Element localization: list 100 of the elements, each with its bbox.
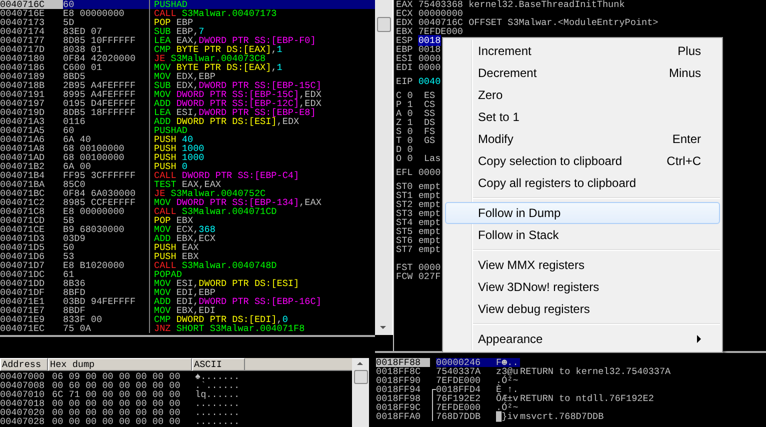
address-cell-text: 004071D5 [0,243,46,252]
hex-bytes: 0116 [63,117,86,126]
menu-item[interactable]: Decrement Minus [445,62,720,84]
register-value[interactable]: 0018 [418,44,441,55]
register-value[interactable]: empt [418,226,441,237]
scrollbar[interactable] [375,0,393,335]
address-cell-text: 004071EC [0,324,46,333]
address-cell-text: 00407174 [0,27,46,36]
stack-comment: msvcrt.768D7DDB [520,412,605,421]
register-name: ST0 [396,181,413,192]
hex-bytes: 5B [63,216,76,225]
register-value[interactable]: empt [418,208,441,219]
scroll-thumb[interactable] [377,17,391,32]
menu-item[interactable]: View 3DNow! registers [445,276,720,298]
register-name: FCW [396,271,413,282]
address-cell: 0018FF88 [376,358,430,367]
address-cell-text: 0018FFA0 [376,412,422,421]
hex-bytes: 75 0A [63,324,92,333]
register-value[interactable]: 0 [407,108,413,119]
register-value[interactable]: 0040 [418,76,441,87]
column-header[interactable]: ASCII [192,358,245,371]
scroll-thumb[interactable] [354,370,368,384]
scrollbar[interactable] [352,358,369,427]
register-value[interactable]: empt [418,235,441,246]
register-value[interactable]: empt [418,244,441,255]
segment-register: DS [424,117,436,128]
register-name: ST2 [396,199,413,210]
ascii-text: F☻.. [496,358,520,367]
menu-item[interactable]: Set to 1 [445,106,720,128]
hex-bytes: 8D85 10FFFFFF [63,36,137,45]
ascii-text: ♠....... [195,372,241,381]
register-name: ECX [396,8,413,19]
menu-item[interactable]: Zero [445,84,720,106]
scroll-down-icon[interactable] [380,326,386,329]
menu-item[interactable]: Increment Plus [445,40,720,62]
register-name: O [396,153,402,164]
hex-bytes: 6A 40 [63,135,91,144]
register-name: EFL [396,167,413,178]
address-cell-text: 0040717D [0,45,46,54]
register-value[interactable]: 027F [418,271,441,282]
register-name: EDI [396,62,413,73]
register-value[interactable]: 0018 [418,35,441,46]
ascii-text: ÔÆ±v [496,394,520,403]
menu-item[interactable]: Follow in Dump [445,202,720,224]
register-name: D [396,144,402,155]
register-value[interactable]: empt [418,190,441,201]
hex-bytes: 8B36 [63,279,86,288]
register-name: EDX [396,17,413,28]
segment-register: GS [424,135,436,146]
register-value[interactable]: empt [418,217,441,228]
menu-item[interactable]: Copy all registers to clipboard [445,172,720,194]
register-value[interactable]: 1 [407,99,413,110]
hex-bytes: 0F84 6A030000 [63,189,137,198]
ascii-text: lq...... [195,390,241,399]
menu-item[interactable]: View debug registers [445,298,720,320]
menu-item[interactable]: Follow in Stack [445,224,720,246]
address-cell-text: 00407173 [0,18,46,27]
address-cell-text: 004071B4 [0,171,46,180]
address-cell-text: 00407008 [0,381,46,390]
address-cell-text: 004071D6 [0,252,46,261]
register-value[interactable]: 0000 [418,53,441,64]
column-header[interactable]: Hex dump [48,358,192,371]
register-value[interactable]: 0000 [418,167,441,178]
register-value[interactable]: 0 [407,153,413,164]
instruction: PUSHAD [149,0,375,9]
hex-bytes: E8 00000000 [63,207,126,216]
register-value[interactable]: 0040716C [418,17,463,28]
menu-item[interactable]: View MMX registers [445,254,720,276]
register-value[interactable]: empt [418,181,441,192]
register-value[interactable]: 0000 [418,262,441,273]
register-name: ST7 [396,244,413,255]
register-name: EBX [396,26,413,37]
menu-item[interactable]: Copy selection to clipboard Ctrl+C [445,150,720,172]
register-name: T [396,135,402,146]
address-cell-text: 004071A5 [0,126,46,135]
address-cell-text: 004071A8 [0,144,46,153]
register-value[interactable]: 1 [407,117,413,128]
register-value[interactable]: 0000 [418,62,441,73]
hex-bytes: 8995 A4FEFFFF [63,90,137,99]
register-value[interactable]: 0 [407,144,413,155]
register-value[interactable]: 0 [407,90,413,101]
register-value[interactable]: empt [418,199,441,210]
hex-bytes: 00 60 00 00 00 00 00 00 [52,381,182,390]
register-value[interactable]: 0 [407,135,413,146]
register-name: EBP [396,44,413,55]
register-value[interactable]: 00000000 [418,8,463,19]
register-value[interactable]: 0 [407,126,413,137]
scroll-up-icon[interactable] [357,362,363,365]
register-value[interactable]: 7EFDE000 [418,26,463,37]
register-name: EIP [396,76,413,87]
address-cell-text: 00407180 [0,54,46,63]
register-value[interactable]: 75403368 [418,0,463,10]
hex-bytes: 00 00 00 00 00 00 00 00 [52,399,182,408]
submenu-arrow-icon [697,335,701,343]
hex-bytes: 8DB5 18FFFFFF [63,108,137,117]
menu-item[interactable]: Modify Enter [445,128,720,150]
column-header[interactable]: Address [0,358,48,371]
menu-item[interactable]: Appearance [445,328,720,350]
ascii-text: ........ [195,417,241,426]
address-cell-text: 004071BC [0,189,46,198]
